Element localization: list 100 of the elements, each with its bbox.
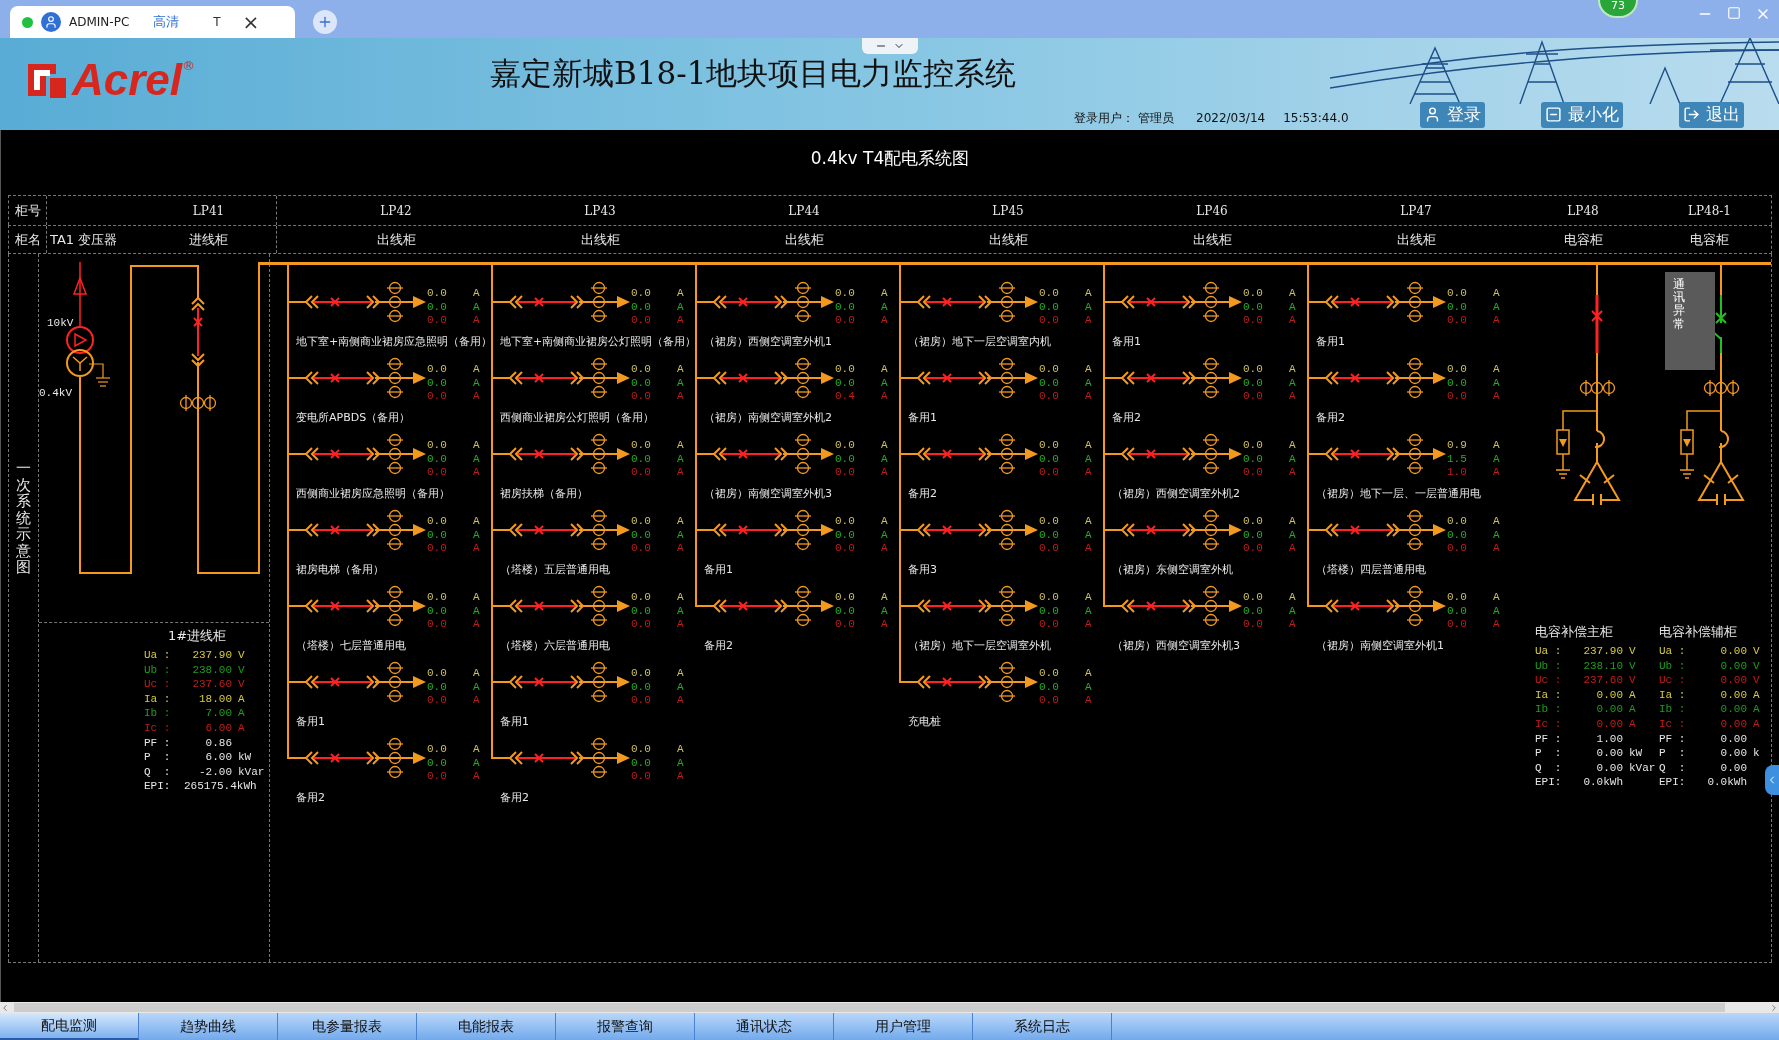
current-value: 0.0 xyxy=(1447,390,1468,404)
scroll-left-icon[interactable] xyxy=(0,1002,10,1013)
meter-label: Ub : xyxy=(1535,658,1561,674)
feeder-name: （裙房）南侧空调室外机3 xyxy=(704,487,832,500)
current-value: 0.0 xyxy=(631,694,652,708)
unit-label: A xyxy=(473,770,480,784)
cabinet-type: 出线柜 xyxy=(376,230,416,249)
feeder-name: 裙房电梯（备用） xyxy=(296,563,384,576)
feeder-name: 备用2 xyxy=(908,487,937,500)
meter-label: Ia : xyxy=(1659,687,1685,703)
unit-label: A xyxy=(881,287,888,301)
unit-label: A xyxy=(473,756,480,770)
meter-value: 0.00 xyxy=(1595,717,1623,732)
feeder-name: （塔楼）五层普通用电 xyxy=(500,563,610,576)
unit-label: A xyxy=(1289,452,1296,466)
meter-label: Ib : xyxy=(1535,702,1561,718)
nav-tab[interactable]: 配电监测 xyxy=(0,1013,139,1040)
meter-value: 0.00 xyxy=(1719,731,1747,747)
unit-label: A xyxy=(881,390,888,404)
meter-value: 18.00 xyxy=(198,691,232,707)
meter-value: 237.60 xyxy=(1582,673,1623,689)
unit-label: A xyxy=(473,439,480,453)
current-value: 0.0 xyxy=(631,618,652,632)
unit-label: A xyxy=(1289,618,1296,632)
nav-tab[interactable]: 报警查询 xyxy=(556,1013,695,1040)
unit-label: A xyxy=(1289,376,1296,390)
cabinet-type: 出线柜 xyxy=(1396,230,1436,249)
feeder-name: 备用1 xyxy=(500,715,529,728)
meter-value: 0.86 xyxy=(204,735,232,751)
new-tab-button[interactable] xyxy=(313,10,337,34)
feeder-name: 备用2 xyxy=(500,791,529,804)
unit-label: kW xyxy=(238,750,252,766)
current-value: 0.0 xyxy=(1243,591,1264,605)
current-value: 0.0 xyxy=(427,694,448,708)
unit-label: A xyxy=(473,466,480,480)
unit-label: A xyxy=(238,691,245,707)
diagram-title: 0.4kv T4配电系统图 xyxy=(810,147,970,170)
current-value: 0.0 xyxy=(631,314,652,328)
window-maximize-icon[interactable] xyxy=(1727,6,1741,20)
nav-tab[interactable]: 用户管理 xyxy=(834,1013,973,1040)
browser-tab[interactable]: ADMIN-PC 高清 T × xyxy=(10,6,295,38)
feeder-name: 地下室+南侧商业裙房应急照明（备用） xyxy=(296,335,493,348)
meter-value: 0.00 xyxy=(1595,746,1623,762)
current-value: 0.0 xyxy=(427,452,448,466)
current-value: 1.5 xyxy=(1447,452,1468,466)
current-value: 0.0 xyxy=(427,376,448,390)
meter-value: 7.00 xyxy=(204,706,232,722)
side-collapse-button[interactable] xyxy=(1765,765,1779,795)
unit-label: A xyxy=(677,756,684,770)
feeder-name: 西侧商业裙房公灯照明（备用） xyxy=(500,411,654,424)
header-action-button[interactable]: 登录 xyxy=(1420,102,1485,128)
unit-label: A xyxy=(677,618,684,632)
meter-label: Ua : xyxy=(1535,644,1561,660)
feeder-name: 备用2 xyxy=(296,791,325,804)
unit-label: A xyxy=(473,604,480,618)
nav-tab[interactable]: 电能报表 xyxy=(417,1013,556,1040)
unit-label: A xyxy=(473,314,480,328)
cabinet-type: 出线柜 xyxy=(988,230,1028,249)
feeder-name: 充电桩 xyxy=(908,715,941,728)
current-value: 0.0 xyxy=(631,542,652,556)
user-icon xyxy=(1424,106,1441,124)
cabinet-type: 电容柜 xyxy=(1563,230,1603,249)
unit-label: A xyxy=(1493,452,1500,466)
meter-label: Q : xyxy=(1659,760,1685,776)
meter-label: Ic : xyxy=(144,721,170,736)
nav-tab[interactable]: 电参量报表 xyxy=(278,1013,417,1040)
feeder-name: 备用2 xyxy=(1112,411,1141,424)
tab-close-button[interactable]: × xyxy=(242,12,260,32)
meter-value: 0.00 xyxy=(1719,717,1747,732)
current-value: 0.0 xyxy=(427,743,448,757)
unit-label: A xyxy=(677,452,684,466)
current-value: 0.0 xyxy=(1243,515,1264,529)
current-value: 0.0 xyxy=(835,618,856,632)
unit-label: A xyxy=(1289,314,1296,328)
header-action-button[interactable]: 退出 xyxy=(1679,102,1744,128)
current-value: 0.0 xyxy=(835,591,856,605)
current-value: 0.0 xyxy=(631,604,652,618)
meter-value: 238.00 xyxy=(191,662,232,678)
unit-label: A xyxy=(881,466,888,480)
nav-tab[interactable]: 通讯状态 xyxy=(695,1013,834,1040)
header-action-button[interactable]: 最小化 xyxy=(1541,102,1623,128)
unit-label: A xyxy=(677,439,684,453)
feeder-name: 备用2 xyxy=(1316,411,1345,424)
unit-label: A xyxy=(881,300,888,314)
current-value: 0.0 xyxy=(1447,287,1468,301)
current-value: 0.0 xyxy=(1039,618,1060,632)
current-value: 0.0 xyxy=(631,439,652,453)
unit-label: A xyxy=(881,452,888,466)
current-value: 0.0 xyxy=(835,376,856,390)
unit-label: V xyxy=(1753,644,1760,660)
unit-label: A xyxy=(1629,687,1636,703)
current-value: 0.0 xyxy=(427,300,448,314)
nav-tab[interactable]: 系统日志 xyxy=(973,1013,1112,1040)
meter-label: Uc : xyxy=(1659,673,1685,689)
scroll-right-icon[interactable] xyxy=(1769,1002,1779,1013)
login-user-label: 登录用户： xyxy=(1074,110,1134,127)
horizontal-scrollbar[interactable] xyxy=(0,1002,1779,1013)
nav-tab[interactable]: 趋势曲线 xyxy=(139,1013,278,1040)
current-value: 0.0 xyxy=(1039,694,1060,708)
unit-label: A xyxy=(1493,376,1500,390)
